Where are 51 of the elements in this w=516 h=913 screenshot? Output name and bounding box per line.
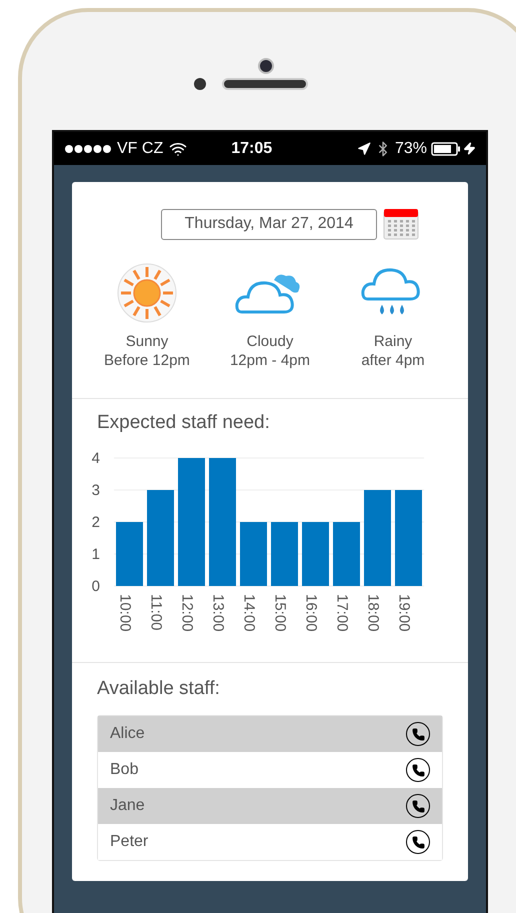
axis-tick-label: 1 [92, 546, 100, 562]
battery-percentage: 73% [394, 138, 427, 158]
weather-period: 12pm - 4pm [230, 351, 310, 370]
phone-icon[interactable] [406, 794, 430, 818]
staff-row[interactable]: Jane [98, 788, 442, 824]
chart-bar [333, 522, 360, 586]
axis-tick-label: 17:00 [334, 594, 351, 632]
axis-tick-label: 13:00 [210, 594, 227, 632]
sun-icon [116, 262, 178, 324]
battery-icon [431, 142, 461, 156]
calendar-icon[interactable] [383, 208, 419, 240]
staff-row[interactable]: Alice [98, 716, 442, 752]
chart-bar [116, 522, 143, 586]
axis-tick-label: 16:00 [302, 594, 320, 632]
axis-tick-label: 11:00 [148, 594, 165, 630]
chart-bar [302, 522, 329, 586]
axis-tick-label: 12:00 [178, 594, 196, 632]
location-arrow-icon [356, 142, 371, 156]
weather-label: Rainy [374, 332, 412, 351]
staff-name: Alice [110, 724, 145, 744]
section-title: Expected staff need: [97, 411, 271, 435]
signal-icon [64, 144, 112, 154]
weather-period: Before 12pm [104, 351, 190, 370]
axis-tick-label: 2 [92, 514, 100, 530]
phone-icon[interactable] [406, 830, 430, 854]
status-time: 17:05 [231, 138, 272, 158]
chart-bar [271, 522, 298, 586]
axis-tick-label: 15:00 [272, 594, 289, 632]
section-title: Available staff: [97, 676, 221, 700]
date-field[interactable]: Thursday, Mar 27, 2014 [161, 208, 377, 240]
camera-icon [258, 58, 274, 74]
carrier-name: VF CZ [117, 138, 164, 158]
axis-tick-label: 19:00 [396, 594, 413, 632]
speaker-icon [222, 78, 308, 90]
charging-bolt-icon [463, 142, 476, 155]
weather-label: Cloudy [246, 332, 294, 351]
axis-tick-label: 0 [92, 578, 100, 594]
axis-tick-label: 3 [92, 482, 100, 498]
staff-name: Peter [110, 832, 148, 852]
phone-icon[interactable] [406, 722, 430, 746]
weather-label: Sunny [126, 332, 168, 351]
axis-tick-label: 14:00 [240, 594, 258, 632]
staff-name: Bob [110, 760, 138, 780]
weather-period: after 4pm [361, 351, 425, 370]
staff-name: Jane [110, 796, 145, 816]
axis-tick-label: 10:00 [116, 594, 134, 632]
axis-tick-label: 18:00 [364, 594, 382, 632]
axis-tick-label: 4 [92, 450, 100, 466]
phone-icon[interactable] [406, 758, 430, 782]
sensor-icon [194, 78, 206, 90]
chart-bar [240, 522, 267, 586]
